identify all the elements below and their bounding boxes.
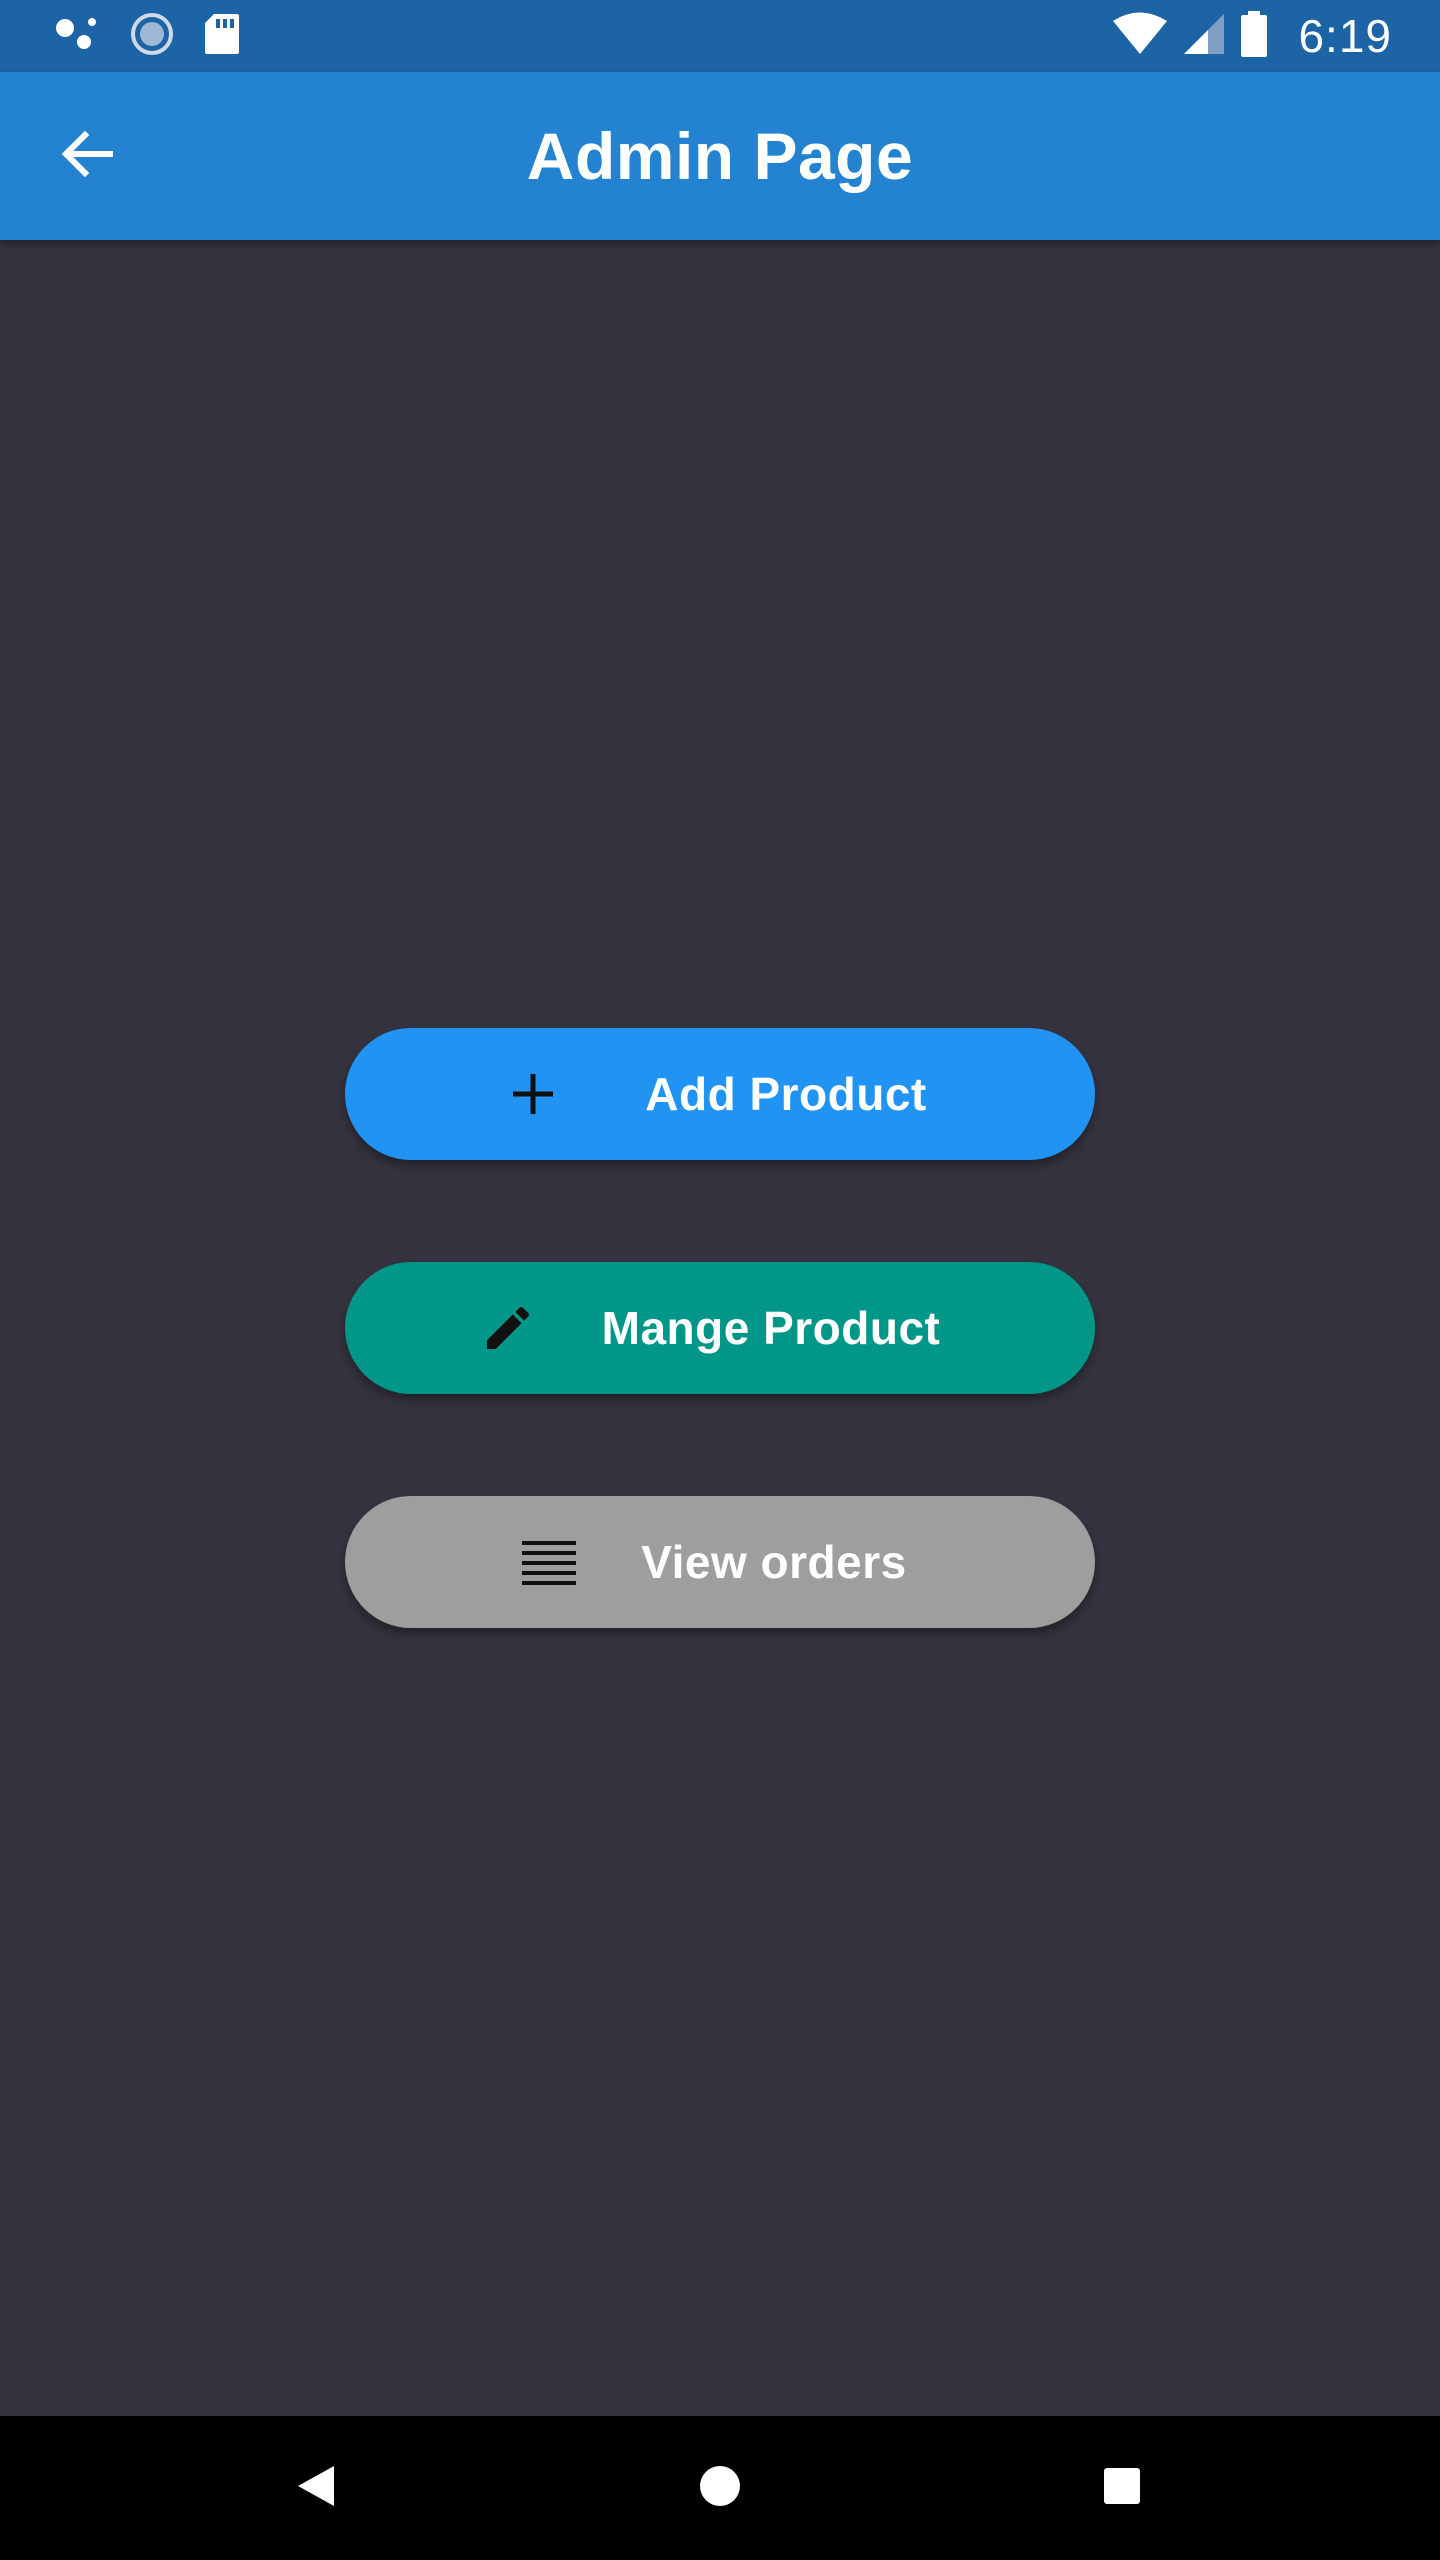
main-content: Add Product Mange Product View orders <box>0 240 1440 2416</box>
pencil-icon <box>480 1300 536 1356</box>
nav-home-icon <box>698 2464 742 2513</box>
status-bar: 6:19 <box>0 0 1440 72</box>
cell-signal-icon <box>1182 12 1226 61</box>
manage-product-label: Mange Product <box>601 1302 941 1354</box>
status-bar-right: 6:19 <box>1112 10 1392 62</box>
sd-card-icon <box>204 13 240 60</box>
page-title: Admin Page <box>526 119 914 193</box>
battery-icon <box>1240 10 1268 62</box>
wifi-icon <box>1112 12 1168 61</box>
status-time: 6:19 <box>1298 10 1392 62</box>
view-orders-button[interactable]: View orders <box>345 1496 1095 1628</box>
nav-back-icon <box>294 2463 338 2514</box>
app-bar: Admin Page <box>0 72 1440 240</box>
nav-back-button[interactable] <box>276 2448 356 2528</box>
view-orders-label: View orders <box>641 1536 907 1588</box>
nav-recents-button[interactable] <box>1082 2448 1162 2528</box>
add-product-label: Add Product <box>645 1068 927 1120</box>
list-lines-icon <box>521 1534 577 1590</box>
sync-circle-icon <box>130 12 174 61</box>
plus-icon <box>505 1066 561 1122</box>
status-bar-left <box>54 12 240 61</box>
navigation-bar <box>0 2416 1440 2560</box>
add-product-button[interactable]: Add Product <box>345 1028 1095 1160</box>
manage-product-button[interactable]: Mange Product <box>345 1262 1095 1394</box>
nav-recents-icon <box>1102 2466 1142 2511</box>
screen: 6:19 Admin Page Add Product Mange Produc… <box>0 0 1440 2560</box>
nav-home-button[interactable] <box>680 2448 760 2528</box>
assistant-dots-icon <box>54 14 100 59</box>
